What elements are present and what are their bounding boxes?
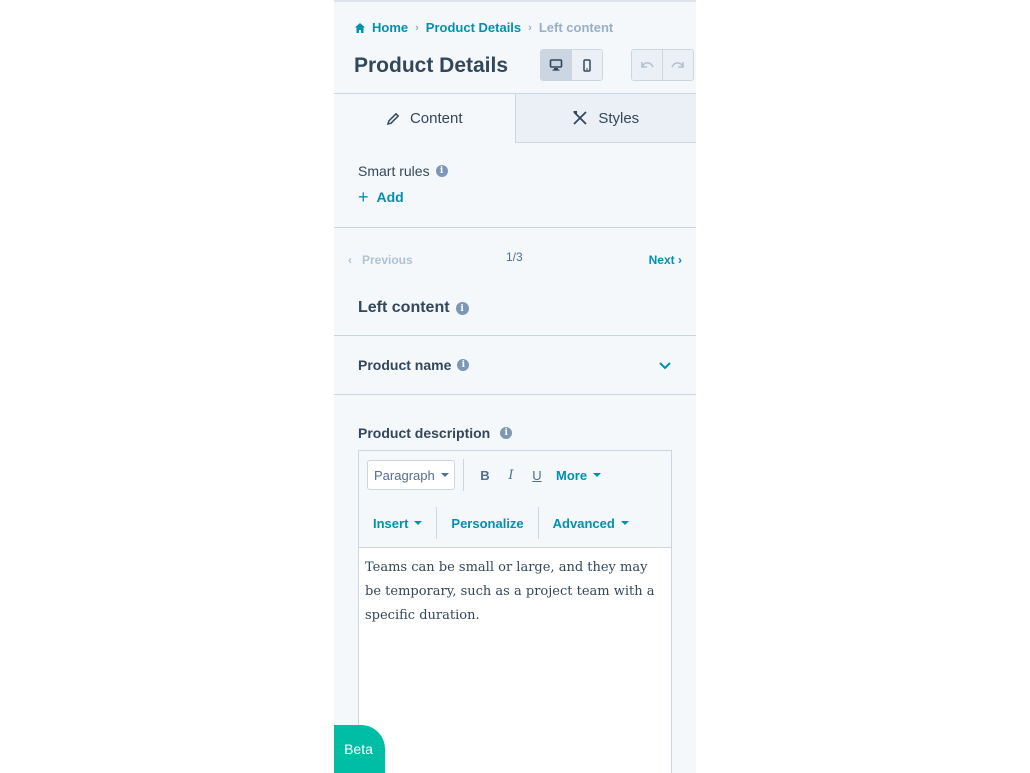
product-name-field[interactable]: Product name i (334, 336, 696, 395)
tab-styles[interactable]: Styles (515, 94, 696, 143)
info-icon[interactable]: i (435, 165, 448, 177)
toolbar-divider (537, 507, 539, 539)
device-toggle (540, 49, 603, 81)
mobile-icon (583, 58, 591, 72)
chevron-down-icon[interactable] (658, 361, 672, 370)
pager: ‹ Previous 1/3 Next › (334, 228, 696, 285)
insert-label: Insert (373, 515, 409, 531)
advanced-label: Advanced (552, 515, 615, 531)
caret-down-icon (593, 473, 602, 477)
page-title: Product Details (354, 54, 509, 77)
info-icon[interactable]: i (455, 302, 469, 315)
info-icon[interactable]: i (457, 359, 470, 371)
editor-toolbar-row-1: Paragraph B I U More (359, 451, 671, 499)
editor-content-area[interactable]: Teams can be small or large, and they ma… (359, 547, 671, 773)
caret-down-icon (620, 521, 629, 525)
rich-text-editor: Paragraph B I U More Insert Personalize … (358, 450, 672, 773)
tab-styles-label: Styles (598, 109, 640, 127)
section-title: Left content i (334, 285, 696, 336)
previous-button[interactable]: ‹ Previous (348, 253, 413, 267)
product-name-label: Product name (358, 357, 452, 373)
home-icon[interactable] (354, 22, 366, 34)
smart-rules-section: Smart rules i + Add (334, 143, 696, 228)
undo-button[interactable] (632, 50, 662, 80)
smart-rules-label: Smart rules (358, 163, 430, 179)
breadcrumb-product-details[interactable]: Product Details (426, 20, 521, 35)
next-button[interactable]: Next › (649, 253, 682, 267)
editor-tabs: Content Styles (334, 93, 696, 143)
editor-sidebar: Home › Product Details › Left content Pr… (334, 0, 696, 773)
chevron-right-icon: › (528, 21, 532, 34)
editor-toolbar-row-2: Insert Personalize Advanced (359, 499, 671, 547)
undo-redo-group (631, 49, 694, 81)
paragraph-select-value: Paragraph (374, 467, 435, 483)
pencil-icon (386, 112, 400, 125)
next-label: Next (648, 253, 675, 267)
more-label: More (556, 467, 588, 483)
personalize-button[interactable]: Personalize (445, 516, 529, 531)
advanced-dropdown[interactable]: Advanced (547, 516, 635, 531)
undo-icon (641, 62, 654, 68)
redo-icon (671, 62, 684, 68)
beta-badge[interactable]: Beta (334, 725, 385, 773)
breadcrumb-home[interactable]: Home (372, 20, 408, 35)
brush-icon (573, 111, 587, 125)
plus-icon: + (358, 187, 369, 207)
sidebar-header: Home › Product Details › Left content Pr… (334, 2, 696, 93)
insert-dropdown[interactable]: Insert (367, 516, 428, 531)
add-smart-rule-button[interactable]: + Add (358, 188, 672, 206)
product-description-label: Product description (358, 425, 491, 441)
product-description-field: Product description i Paragraph B I U Mo… (334, 395, 696, 773)
desktop-icon (549, 59, 563, 71)
chevron-right-icon: › (415, 21, 419, 34)
desktop-view-button[interactable] (541, 50, 571, 80)
underline-button[interactable]: U (524, 468, 550, 483)
info-icon[interactable]: i (500, 427, 513, 439)
breadcrumb: Home › Product Details › Left content (354, 20, 613, 35)
previous-label: Previous (362, 253, 413, 267)
tab-content[interactable]: Content (334, 94, 516, 143)
italic-button[interactable]: I (498, 468, 524, 483)
caret-down-icon (440, 473, 449, 477)
add-label: Add (376, 189, 404, 205)
redo-button[interactable] (662, 50, 693, 80)
page-count: 1/3 (506, 250, 523, 264)
more-dropdown[interactable]: More (550, 468, 607, 483)
mobile-view-button[interactable] (571, 50, 602, 80)
toolbar-divider (463, 459, 464, 491)
paragraph-select[interactable]: Paragraph (367, 460, 455, 490)
toolbar-divider (436, 507, 438, 539)
section-title-label: Left content (358, 299, 450, 316)
bold-button[interactable]: B (472, 468, 498, 483)
breadcrumb-current: Left content (538, 20, 614, 35)
caret-down-icon (414, 521, 423, 525)
tab-content-label: Content (409, 110, 463, 127)
